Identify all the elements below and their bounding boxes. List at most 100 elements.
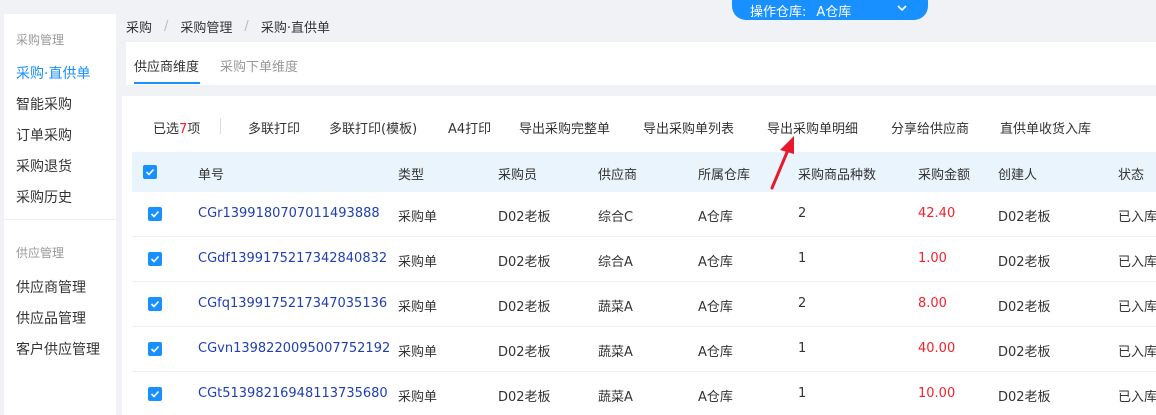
selected-prefix: 已选 — [153, 122, 180, 137]
row-checkbox[interactable] — [148, 207, 162, 221]
sidebar-group-title: 供应管理 — [16, 246, 65, 260]
cell-supplier: 蔬菜A — [598, 390, 633, 405]
cell-buyer: D02老板 — [498, 255, 551, 270]
sidebar-item-supply-product-management[interactable]: 供应品管理 — [16, 308, 86, 328]
cell-buyer: D02老板 — [498, 390, 551, 405]
check-icon — [150, 345, 160, 353]
check-icon — [150, 210, 160, 218]
cell-amount: 10.00 — [918, 386, 956, 401]
check-icon — [150, 255, 160, 263]
order-no-link[interactable]: CGfq1399175217347035136 — [198, 296, 387, 311]
sidebar-item-purchase-history[interactable]: 采购历史 — [16, 187, 72, 207]
sidebar-item-order-purchase[interactable]: 订单采购 — [16, 125, 72, 145]
warehouse-value: A仓库 — [816, 4, 852, 20]
sidebar-item-customer-supply-management[interactable]: 客户供应管理 — [16, 339, 100, 359]
receive-stock-button[interactable]: 直供单收货入库 — [1000, 118, 1091, 137]
cell-type: 采购单 — [398, 210, 438, 225]
cell-amount: 42.40 — [918, 206, 956, 221]
sidebar-item-purchase-direct[interactable]: 采购·直供单 — [16, 63, 90, 83]
breadcrumb-item-current: 采购·直供单 — [260, 21, 330, 36]
cell-type: 采购单 — [398, 300, 438, 315]
cell-creator: D02老板 — [998, 210, 1051, 225]
check-icon — [150, 390, 160, 398]
warehouse-select[interactable]: 操作仓库: A仓库 — [732, 0, 928, 20]
check-icon — [150, 300, 160, 308]
breadcrumb-separator: / — [164, 19, 169, 34]
breadcrumb-item[interactable]: 采购 — [126, 17, 152, 36]
tab-order-dimension[interactable]: 采购下单维度 — [220, 56, 298, 75]
order-no-link[interactable]: CGr1399180707011493888 — [198, 206, 380, 221]
cell-status: 已入库 — [1118, 345, 1156, 360]
cell-status: 已入库 — [1118, 255, 1156, 270]
cell-creator: D02老板 — [998, 345, 1051, 360]
tabs-bar: 供应商维度 采购下单维度 — [126, 42, 1156, 85]
column-header-buyer: 采购员 — [498, 168, 538, 183]
check-icon — [145, 168, 155, 176]
cell-buyer: D02老板 — [498, 210, 551, 225]
a4-print-button[interactable]: A4打印 — [448, 118, 491, 137]
sidebar-item-smart-purchase[interactable]: 智能采购 — [16, 94, 72, 114]
breadcrumb-item[interactable]: 采购管理 — [180, 17, 232, 36]
cell-amount: 40.00 — [918, 341, 956, 356]
cell-warehouse: A仓库 — [698, 345, 733, 360]
multi-print-template-button[interactable]: 多联打印(模板) — [329, 118, 417, 137]
select-all-checkbox[interactable] — [143, 165, 157, 179]
cell-warehouse: A仓库 — [698, 255, 733, 270]
cell-warehouse: A仓库 — [698, 390, 733, 405]
selected-count-text: 已选7项 — [153, 118, 200, 137]
cell-supplier: 综合A — [598, 255, 633, 270]
table-row[interactable]: CGdf1399175217342840832 采购单 D02老板 综合A A仓… — [132, 237, 1156, 282]
table-row[interactable]: CGfq1399175217347035136 采购单 D02老板 蔬菜A A仓… — [132, 282, 1156, 327]
cell-type: 采购单 — [398, 345, 438, 360]
sidebar-item-supplier-management[interactable]: 供应商管理 — [16, 277, 86, 297]
table-header: 单号 类型 采购员 供应商 所属仓库 采购商品种数 采购金额 创建人 状态 — [132, 152, 1156, 192]
share-to-supplier-button[interactable]: 分享给供应商 — [891, 118, 969, 137]
row-checkbox[interactable] — [148, 252, 162, 266]
cell-status: 已入库 — [1118, 300, 1156, 315]
cell-status: 已入库 — [1118, 390, 1156, 405]
breadcrumb: 采购 / 采购管理 / 采购·直供单 — [126, 17, 330, 36]
order-no-link[interactable]: CGdf1399175217342840832 — [198, 251, 387, 266]
column-header-no: 单号 — [198, 168, 225, 183]
selected-suffix: 项 — [187, 122, 201, 137]
cell-kinds: 2 — [798, 206, 807, 221]
cell-amount: 8.00 — [918, 296, 947, 311]
warehouse-label: 操作仓库: — [750, 4, 807, 20]
row-checkbox[interactable] — [148, 342, 162, 356]
cell-creator: D02老板 — [998, 300, 1051, 315]
cell-supplier: 蔬菜A — [598, 345, 633, 360]
toolbar-divider — [220, 118, 221, 134]
row-checkbox[interactable] — [148, 297, 162, 311]
order-no-link[interactable]: CGvn1398220095007752192 — [198, 341, 390, 356]
order-no-link[interactable]: CGt51398216948113735680 — [198, 386, 388, 401]
table-row[interactable]: CGr1399180707011493888 采购单 D02老板 综合C A仓库… — [132, 192, 1156, 237]
breadcrumb-separator: / — [244, 19, 249, 34]
cell-creator: D02老板 — [998, 390, 1051, 405]
sidebar: 采购管理 采购·直供单 智能采购 订单采购 采购退货 采购历史 供应管理 供应商… — [4, 14, 116, 415]
multi-print-button[interactable]: 多联打印 — [248, 118, 300, 137]
table-row[interactable]: CGt51398216948113735680 采购单 D02老板 蔬菜A A仓… — [132, 372, 1156, 415]
cell-creator: D02老板 — [998, 255, 1051, 270]
cell-kinds: 2 — [798, 296, 807, 311]
tab-active-indicator — [134, 82, 200, 84]
export-full-button[interactable]: 导出采购完整单 — [519, 118, 610, 137]
column-header-type: 类型 — [398, 168, 425, 183]
cell-status: 已入库 — [1118, 210, 1156, 225]
export-list-button[interactable]: 导出采购单列表 — [643, 118, 734, 137]
table-row[interactable]: CGvn1398220095007752192 采购单 D02老板 蔬菜A A仓… — [132, 327, 1156, 372]
tab-supplier-dimension[interactable]: 供应商维度 — [134, 56, 199, 75]
cell-supplier: 综合C — [598, 210, 634, 225]
cell-kinds: 1 — [798, 341, 807, 356]
cell-type: 采购单 — [398, 390, 438, 405]
sidebar-item-purchase-return[interactable]: 采购退货 — [16, 156, 72, 176]
cell-buyer: D02老板 — [498, 345, 551, 360]
column-header-supplier: 供应商 — [598, 168, 638, 183]
row-checkbox[interactable] — [148, 387, 162, 401]
cell-warehouse: A仓库 — [698, 300, 733, 315]
export-detail-button[interactable]: 导出采购单明细 — [767, 118, 858, 137]
column-header-warehouse: 所属仓库 — [698, 168, 751, 183]
cell-amount: 1.00 — [918, 251, 947, 266]
column-header-amount: 采购金额 — [918, 168, 971, 183]
cell-buyer: D02老板 — [498, 300, 551, 315]
cell-type: 采购单 — [398, 255, 438, 270]
